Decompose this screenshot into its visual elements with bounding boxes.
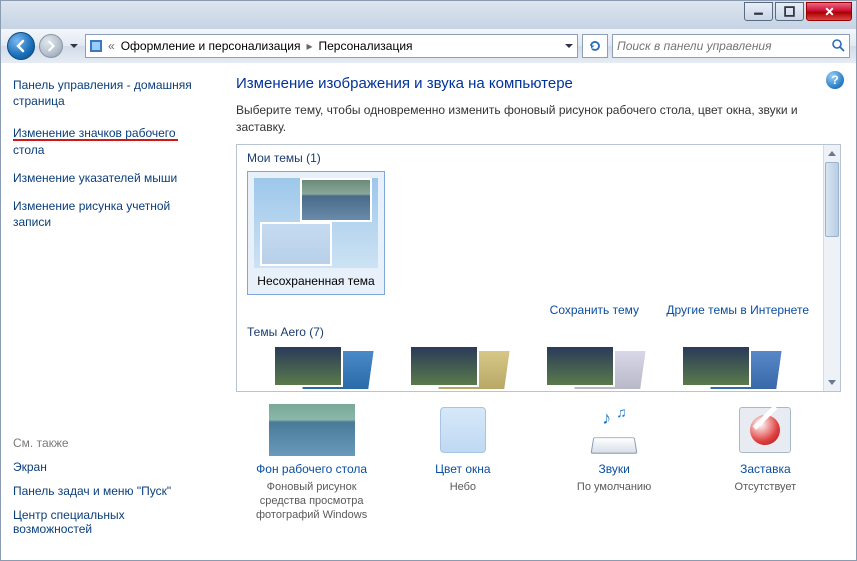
themes-panel: Мои темы (1) Несохраненная тема Сохранит…: [236, 144, 841, 392]
sounds-icon: ♪♫: [584, 406, 644, 454]
customize-window-color[interactable]: Цвет окна Небо: [395, 402, 530, 523]
customize-value: Отсутствует: [698, 480, 833, 494]
breadcrumb-sep-icon: ▸: [304, 39, 314, 53]
customize-value: Небо: [395, 480, 530, 494]
theme-preview: [254, 178, 378, 268]
address-dropdown[interactable]: [559, 35, 577, 57]
search-box[interactable]: [612, 34, 850, 58]
customize-screensaver[interactable]: Заставка Отсутствует: [698, 402, 833, 523]
annotation-underline: [13, 139, 178, 141]
forward-button[interactable]: [39, 34, 63, 58]
page-description: Выберите тему, чтобы одновременно измени…: [236, 102, 816, 136]
customize-value: По умолчанию: [547, 480, 682, 494]
breadcrumb-parent[interactable]: Оформление и персонализация: [117, 35, 305, 57]
customize-value: Фоновый рисунок средства просмотра фотог…: [244, 480, 379, 523]
aero-theme-1[interactable]: [273, 345, 385, 391]
help-icon[interactable]: ?: [826, 71, 844, 89]
theme-name: Несохраненная тема: [257, 274, 374, 288]
screensaver-icon: [739, 407, 791, 453]
background-thumb-icon: [269, 404, 355, 456]
page-heading: Изменение изображения и звука на компьют…: [236, 75, 846, 92]
customize-background[interactable]: Фон рабочего стола Фоновый рисунок средс…: [244, 402, 379, 523]
see-also-ease-of-access[interactable]: Центр специальных возможностей: [13, 508, 202, 536]
nav-history-dropdown[interactable]: [67, 33, 81, 59]
scroll-down-icon[interactable]: [824, 374, 840, 391]
sidebar: Панель управления - домашняя страница Из…: [1, 63, 214, 560]
customize-label[interactable]: Заставка: [698, 462, 833, 476]
scroll-up-icon[interactable]: [824, 145, 840, 162]
more-themes-link[interactable]: Другие темы в Интернете: [666, 303, 809, 317]
address-bar[interactable]: « Оформление и персонализация ▸ Персонал…: [85, 34, 578, 58]
my-themes-label: Мои темы (1): [247, 151, 813, 165]
customize-label[interactable]: Звуки: [547, 462, 682, 476]
minimize-button[interactable]: [744, 2, 773, 21]
scrollbar[interactable]: [823, 145, 840, 391]
breadcrumb-current[interactable]: Персонализация: [314, 35, 416, 57]
scroll-thumb[interactable]: [825, 162, 839, 237]
save-theme-link[interactable]: Сохранить тему: [550, 303, 639, 317]
customize-sounds[interactable]: ♪♫ Звуки По умолчанию: [547, 402, 682, 523]
aero-theme-2[interactable]: [409, 345, 521, 391]
back-button[interactable]: [7, 32, 35, 60]
sidebar-task-desktop-icons[interactable]: Изменение значков рабочего стола: [13, 125, 202, 157]
window-titlebar: [0, 0, 857, 29]
control-panel-icon: [86, 39, 106, 53]
aero-theme-4[interactable]: [681, 345, 793, 391]
theme-unsaved[interactable]: Несохраненная тема: [247, 171, 385, 295]
customize-label[interactable]: Цвет окна: [395, 462, 530, 476]
search-input[interactable]: [617, 39, 831, 53]
close-button[interactable]: [806, 2, 852, 21]
aero-theme-3[interactable]: [545, 345, 657, 391]
window-color-icon: [440, 407, 486, 453]
maximize-button[interactable]: [775, 2, 804, 21]
see-also-taskbar[interactable]: Панель задач и меню "Пуск": [13, 484, 202, 498]
search-icon[interactable]: [831, 38, 845, 55]
customize-label[interactable]: Фон рабочего стола: [244, 462, 379, 476]
sidebar-task-mouse-pointers[interactable]: Изменение указателей мыши: [13, 170, 202, 186]
sidebar-task-label: Изменение значков рабочего стола: [13, 126, 176, 156]
aero-themes-label: Темы Aero (7): [247, 325, 813, 339]
see-also-display[interactable]: Экран: [13, 460, 202, 474]
refresh-button[interactable]: [582, 34, 608, 58]
main-content: ? Изменение изображения и звука на компь…: [214, 63, 856, 560]
control-panel-home-link[interactable]: Панель управления - домашняя страница: [13, 77, 202, 109]
navigation-bar: « Оформление и персонализация ▸ Персонал…: [0, 29, 857, 63]
see-also-heading: См. также: [13, 436, 202, 450]
sidebar-task-account-picture[interactable]: Изменение рисунка учетной записи: [13, 198, 202, 230]
breadcrumb-prefix: «: [106, 39, 117, 53]
